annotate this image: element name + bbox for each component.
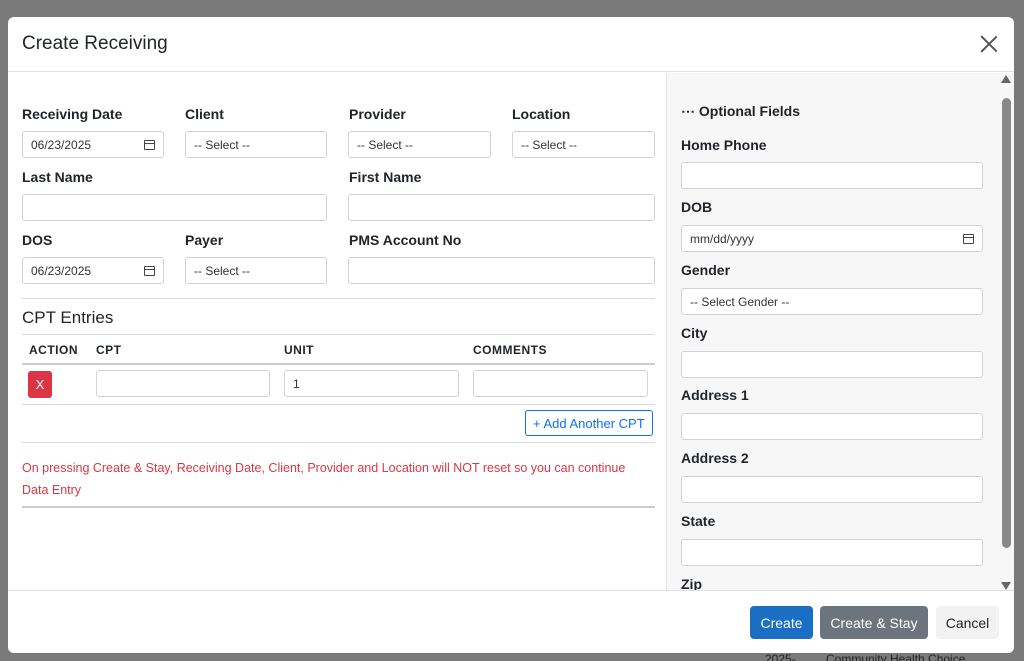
home-phone-input[interactable] <box>681 162 983 189</box>
column-header-comments: COMMENTS <box>473 343 547 357</box>
calendar-icon[interactable] <box>144 265 155 276</box>
cpt-entries-title: CPT Entries <box>22 308 114 327</box>
location-label: Location <box>512 106 571 122</box>
client-select-value: -- Select -- <box>194 137 251 152</box>
dos-label: DOS <box>22 232 53 248</box>
location-select-value: -- Select -- <box>521 137 578 152</box>
cpt-input[interactable] <box>96 370 270 397</box>
cancel-button[interactable]: Cancel <box>936 606 999 639</box>
divider <box>22 298 655 299</box>
background-text-date: 2025- <box>765 652 796 661</box>
add-cpt-button[interactable]: + Add Another CPT <box>525 410 653 436</box>
gender-label: Gender <box>681 262 731 278</box>
client-select[interactable]: -- Select -- <box>185 131 327 158</box>
location-select[interactable]: -- Select -- <box>512 131 655 158</box>
background-text-client: Community Health Choice <box>826 652 966 661</box>
payer-label: Payer <box>185 232 224 248</box>
receiving-date-label: Receiving Date <box>22 106 123 122</box>
main-form: Receiving Date Client Provider Location … <box>8 73 665 590</box>
modal-footer: Create Create & Stay Cancel <box>8 590 1014 653</box>
city-label: City <box>681 325 708 341</box>
client-label: Client <box>185 106 224 122</box>
create-receiving-modal: Create Receiving Receiving Date Client P… <box>8 17 1014 653</box>
delete-cpt-button[interactable]: X <box>28 371 52 398</box>
column-header-unit: UNIT <box>284 343 314 357</box>
pms-account-input[interactable] <box>348 257 655 284</box>
unit-input[interactable]: 1 <box>284 370 459 397</box>
provider-label: Provider <box>349 106 406 122</box>
pms-account-label: PMS Account No <box>349 232 462 248</box>
gender-select-value: -- Select Gender -- <box>690 294 790 309</box>
zip-label: Zip <box>681 576 702 590</box>
modal-title: Create Receiving <box>22 33 168 54</box>
dos-input[interactable]: 06/23/2025 <box>22 257 164 284</box>
state-label: State <box>681 513 716 529</box>
dob-input[interactable]: mm/dd/yyyy <box>681 225 983 252</box>
first-name-label: First Name <box>349 169 422 185</box>
address1-label: Address 1 <box>681 387 749 403</box>
divider <box>22 442 655 443</box>
dob-placeholder: mm/dd/yyyy <box>690 231 755 246</box>
close-icon[interactable] <box>978 33 1000 55</box>
dos-value: 06/23/2025 <box>31 263 92 278</box>
column-header-action: ACTION <box>29 343 78 357</box>
calendar-icon[interactable] <box>144 139 155 150</box>
divider <box>22 363 655 365</box>
payer-select[interactable]: -- Select -- <box>185 257 327 284</box>
scroll-down-icon[interactable] <box>1001 582 1011 590</box>
dob-label: DOB <box>681 199 713 215</box>
state-input[interactable] <box>681 539 983 566</box>
calendar-icon[interactable] <box>963 233 974 244</box>
create-stay-note: On pressing Create & Stay, Receiving Dat… <box>22 461 626 497</box>
address1-input[interactable] <box>681 413 983 440</box>
optional-fields-panel: ⋯ Optional Fields Home Phone DOB mm/dd/y… <box>666 73 1014 590</box>
receiving-date-input[interactable]: 06/23/2025 <box>22 131 164 158</box>
receiving-date-value: 06/23/2025 <box>31 137 92 152</box>
divider <box>22 506 655 508</box>
last-name-label: Last Name <box>22 169 93 185</box>
divider <box>22 334 655 335</box>
home-phone-label: Home Phone <box>681 137 767 153</box>
optional-fields-title: ⋯ Optional Fields <box>681 103 801 119</box>
city-input[interactable] <box>681 351 983 378</box>
address2-label: Address 2 <box>681 450 749 466</box>
provider-select-value: -- Select -- <box>357 137 414 152</box>
create-and-stay-button[interactable]: Create & Stay <box>820 606 928 639</box>
divider <box>22 404 655 405</box>
modal-header: Create Receiving <box>8 17 1014 72</box>
gender-select[interactable]: -- Select Gender -- <box>681 288 983 315</box>
payer-select-value: -- Select -- <box>194 263 251 278</box>
address2-input[interactable] <box>681 476 983 503</box>
unit-value: 1 <box>293 376 300 391</box>
last-name-input[interactable] <box>22 194 327 221</box>
create-button[interactable]: Create <box>750 606 813 639</box>
optional-fields-scrollbar[interactable] <box>1001 75 1011 590</box>
column-header-cpt: CPT <box>96 343 122 357</box>
scrollbar-thumb[interactable] <box>1002 98 1011 548</box>
scroll-up-icon[interactable] <box>1001 75 1011 83</box>
comments-input[interactable] <box>473 370 648 397</box>
first-name-input[interactable] <box>348 194 655 221</box>
provider-select[interactable]: -- Select -- <box>348 131 491 158</box>
